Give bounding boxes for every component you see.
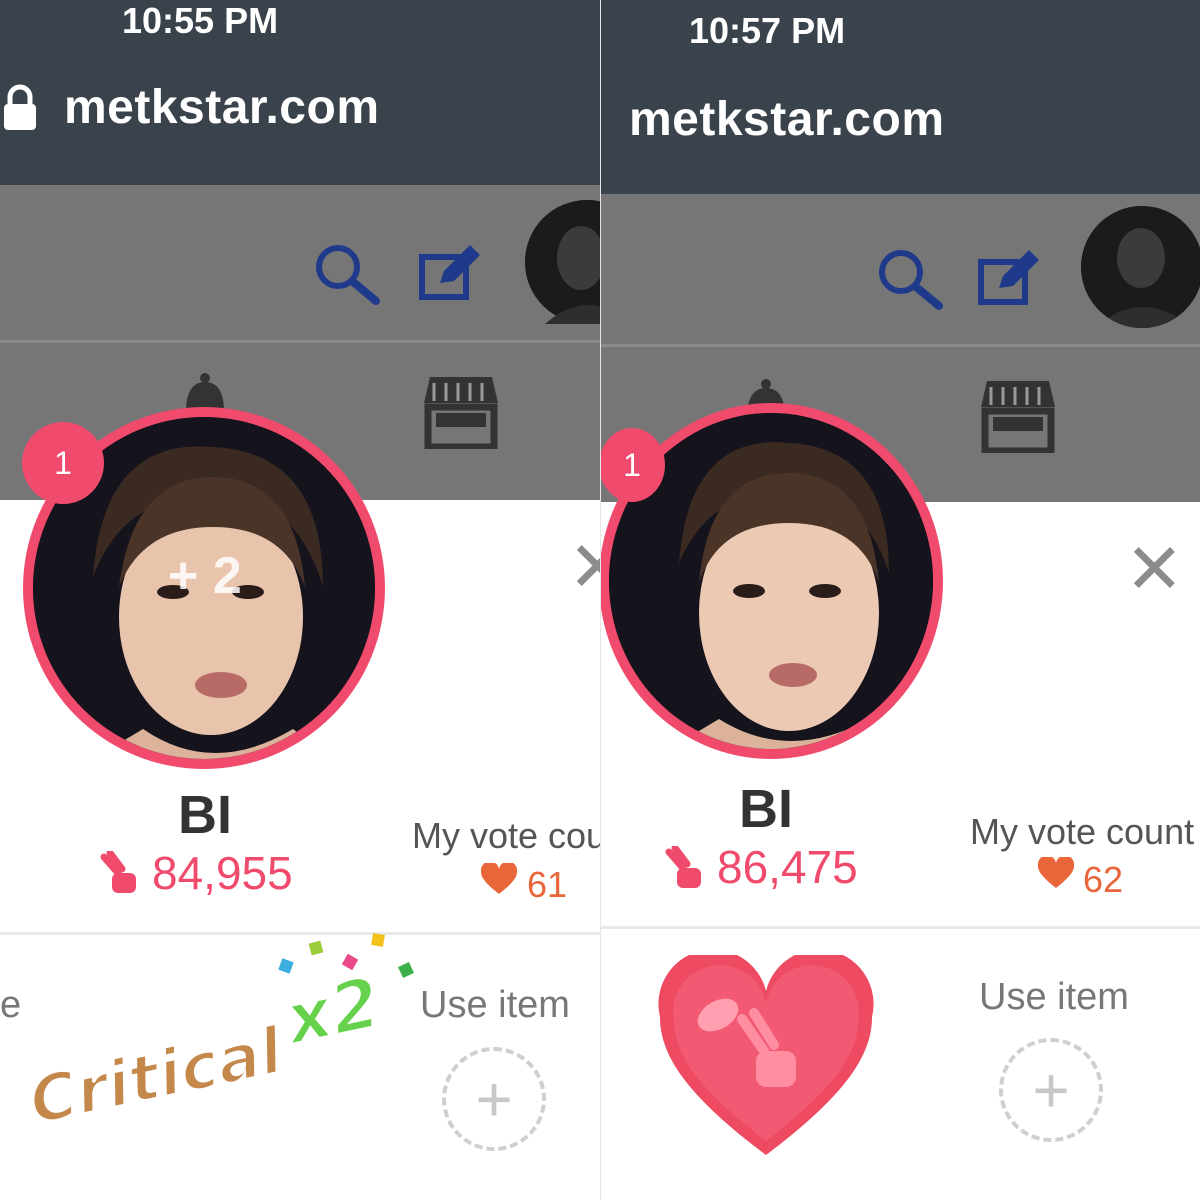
idol-name: BI bbox=[739, 779, 793, 839]
close-icon[interactable]: ✕ bbox=[568, 532, 600, 602]
shop-icon[interactable] bbox=[979, 377, 1057, 453]
my-vote-value: 61 bbox=[527, 864, 568, 905]
lock-icon bbox=[4, 84, 36, 130]
bell-icon[interactable] bbox=[182, 372, 228, 412]
address-bar[interactable]: metkstar.com bbox=[0, 40, 600, 185]
my-vote-label: My vote count bbox=[412, 815, 600, 856]
add-item-button[interactable]: + bbox=[999, 1038, 1103, 1142]
profile-avatar[interactable] bbox=[525, 200, 600, 324]
search-icon[interactable] bbox=[875, 248, 947, 310]
header-divider bbox=[0, 340, 600, 343]
big-heart-vote-button[interactable] bbox=[656, 955, 876, 1160]
heart-score: 86,475 bbox=[717, 841, 858, 893]
rank-badge: 1 bbox=[601, 428, 665, 502]
finger-heart-icon bbox=[665, 846, 701, 888]
close-icon[interactable]: ✕ bbox=[1125, 534, 1184, 604]
avatar-photo bbox=[525, 200, 600, 324]
idol-name: BI bbox=[178, 785, 232, 845]
edit-icon[interactable] bbox=[977, 246, 1043, 306]
use-item-label: Use item bbox=[420, 984, 570, 1026]
add-icon: + bbox=[1032, 1054, 1070, 1126]
cut-label: e bbox=[0, 984, 22, 1026]
use-item-label: Use item bbox=[979, 976, 1129, 1018]
add-item-button[interactable]: + bbox=[442, 1047, 546, 1151]
screenshot-left: 10:55 PM metkstar.com 1 + 2 ✕ BI 84,955 … bbox=[0, 0, 600, 1200]
heart-icon bbox=[1038, 857, 1074, 888]
add-icon: + bbox=[475, 1063, 513, 1135]
rank-badge: 1 bbox=[22, 422, 104, 504]
my-vote-label: My vote count bbox=[970, 811, 1195, 852]
status-time: 10:55 PM bbox=[122, 0, 279, 41]
screenshot-right: 10:57 PM metkstar.com 1 ✕ BI 86,475 My v… bbox=[600, 0, 1200, 1200]
address-bar[interactable]: metkstar.com bbox=[601, 50, 1200, 194]
shop-icon[interactable] bbox=[422, 373, 500, 449]
search-icon[interactable] bbox=[312, 243, 384, 305]
header-divider bbox=[601, 344, 1200, 347]
finger-heart-icon bbox=[100, 851, 136, 893]
status-time: 10:57 PM bbox=[689, 10, 846, 51]
my-vote-value: 62 bbox=[1083, 859, 1124, 900]
avatar-photo bbox=[1081, 206, 1200, 328]
url-text: metkstar.com bbox=[64, 81, 380, 134]
edit-icon[interactable] bbox=[418, 241, 484, 301]
profile-avatar[interactable] bbox=[1081, 206, 1200, 328]
heart-icon bbox=[481, 863, 517, 894]
section-divider bbox=[601, 926, 1200, 929]
url-text: metkstar.com bbox=[629, 93, 945, 146]
heart-score: 84,955 bbox=[152, 847, 293, 899]
vote-gain-popup: + 2 bbox=[168, 547, 242, 605]
